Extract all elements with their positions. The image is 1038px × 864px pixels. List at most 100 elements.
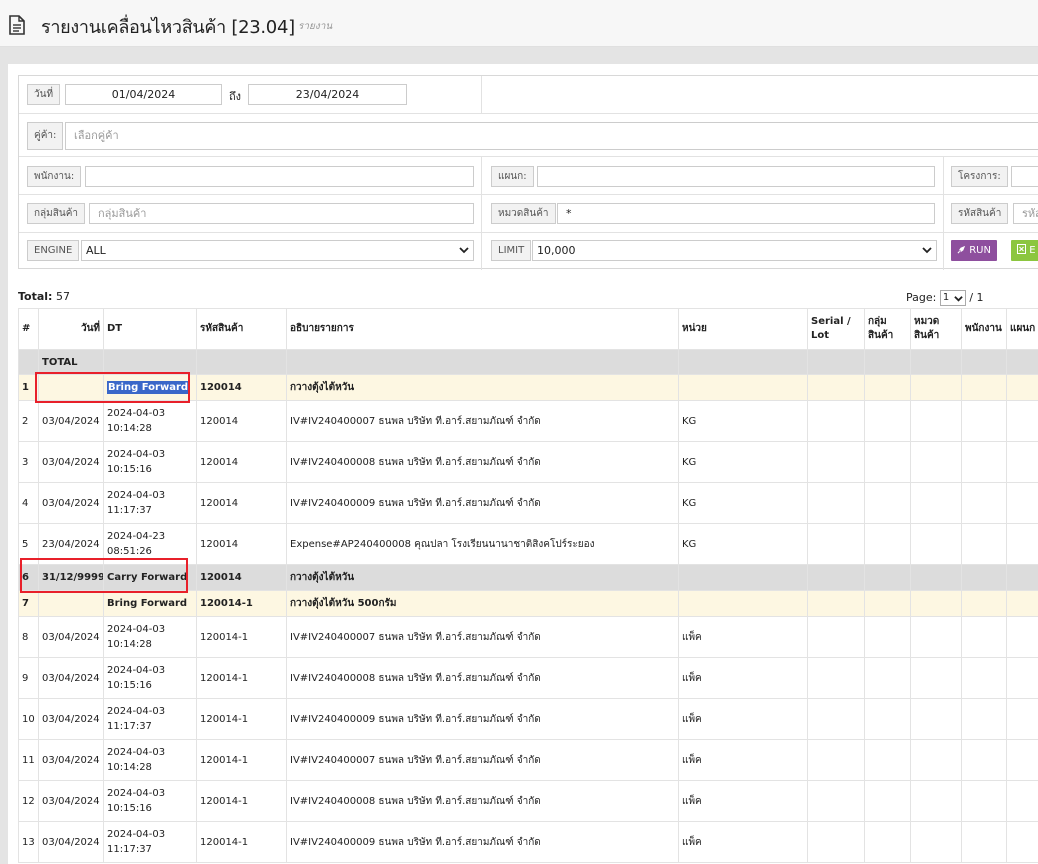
dt-time: 10:15:16 bbox=[107, 801, 193, 816]
limit-label: LIMIT bbox=[491, 240, 531, 261]
filter-row-employee: พนักงาน: แผนก: โครงการ: bbox=[19, 157, 1038, 195]
department-cell bbox=[1007, 375, 1038, 401]
dt-time: 10:14:28 bbox=[107, 421, 193, 436]
category-cell bbox=[911, 524, 962, 565]
category-cell bbox=[911, 483, 962, 524]
date-cell: 03/04/2024 bbox=[39, 617, 104, 658]
row-no-cell: 12 bbox=[19, 781, 39, 822]
employee-cell bbox=[962, 591, 1007, 617]
col-unit[interactable]: หน่วย bbox=[679, 309, 808, 350]
product-group-input[interactable]: กลุ่มสินค้า bbox=[89, 203, 474, 224]
project-input[interactable] bbox=[1011, 166, 1038, 187]
code-cell: 120014 bbox=[197, 442, 287, 483]
description-cell: IV#IV240400008 ธนพล บริษัท ที.อาร์.สยามภ… bbox=[287, 781, 679, 822]
export-button[interactable]: E bbox=[1011, 240, 1038, 261]
engine-label: ENGINE bbox=[27, 240, 79, 261]
group-cell bbox=[865, 699, 911, 740]
unit-cell: แพ็ค bbox=[679, 699, 808, 740]
employee-input[interactable] bbox=[85, 166, 474, 187]
dt-cell: 2024-04-0310:14:28 bbox=[104, 401, 197, 442]
col-department[interactable]: แผนก bbox=[1007, 309, 1038, 350]
serial-cell bbox=[808, 658, 865, 699]
customer-select[interactable]: เลือกคู่ค้า bbox=[65, 122, 1038, 150]
table-row[interactable]: 203/04/20242024-04-0310:14:28120014IV#IV… bbox=[19, 401, 1038, 442]
unit-cell bbox=[679, 591, 808, 617]
group-cell bbox=[865, 524, 911, 565]
col-date[interactable]: วันที่ bbox=[39, 309, 104, 350]
department-cell bbox=[1007, 483, 1038, 524]
description-cell: IV#IV240400009 ธนพล บริษัท ที.อาร์.สยามภ… bbox=[287, 483, 679, 524]
group-cell bbox=[865, 740, 911, 781]
date-to-input[interactable]: 23/04/2024 bbox=[248, 84, 407, 105]
chevron-down-icon bbox=[922, 245, 932, 255]
row-no-cell: 13 bbox=[19, 822, 39, 863]
col-serial[interactable]: Serial / Lot bbox=[808, 309, 865, 350]
col-desc[interactable]: อธิบายรายการ bbox=[287, 309, 679, 350]
date-from-input[interactable]: 01/04/2024 bbox=[65, 84, 222, 105]
to-label: ถึง bbox=[229, 87, 241, 105]
category-cell bbox=[911, 617, 962, 658]
department-input[interactable] bbox=[537, 166, 935, 187]
employee-cell bbox=[962, 822, 1007, 863]
code-cell: 120014 bbox=[197, 401, 287, 442]
group-cell bbox=[865, 591, 911, 617]
dt-cell: 2024-04-0310:15:16 bbox=[104, 781, 197, 822]
col-dt[interactable]: DT bbox=[104, 309, 197, 350]
date-cell: 03/04/2024 bbox=[39, 442, 104, 483]
date-cell: 03/04/2024 bbox=[39, 401, 104, 442]
dt-time: 11:17:37 bbox=[107, 503, 193, 518]
col-no[interactable]: # bbox=[19, 309, 39, 350]
department-cell bbox=[1007, 822, 1038, 863]
serial-cell bbox=[808, 781, 865, 822]
col-group[interactable]: กลุ่ม สินค้า bbox=[865, 309, 911, 350]
unit-cell: KG bbox=[679, 524, 808, 565]
dt-cell: Bring Forward bbox=[104, 591, 197, 617]
table-row[interactable]: 303/04/20242024-04-0310:15:16120014IV#IV… bbox=[19, 442, 1038, 483]
category-cell bbox=[911, 401, 962, 442]
category-cell bbox=[911, 822, 962, 863]
table-row[interactable]: 1303/04/20242024-04-0311:17:37120014-1IV… bbox=[19, 822, 1038, 863]
run-button[interactable]: RUN bbox=[951, 240, 997, 261]
serial-cell bbox=[808, 483, 865, 524]
serial-cell bbox=[808, 442, 865, 483]
group-cell bbox=[865, 565, 911, 591]
table-row[interactable]: 1203/04/20242024-04-0310:15:16120014-1IV… bbox=[19, 781, 1038, 822]
table-row[interactable]: 1103/04/20242024-04-0310:14:28120014-1IV… bbox=[19, 740, 1038, 781]
bring-forward-row[interactable]: 7Bring Forward120014-1กวางตุ้งไต้หวัน 50… bbox=[19, 591, 1038, 617]
limit-select[interactable]: 10,000 bbox=[532, 240, 937, 261]
code-cell: 120014-1 bbox=[197, 658, 287, 699]
code-cell: 120014-1 bbox=[197, 617, 287, 658]
engine-value: ALL bbox=[86, 244, 106, 257]
col-category[interactable]: หมวด สินค้า bbox=[911, 309, 962, 350]
group-cell bbox=[865, 375, 911, 401]
document-icon bbox=[8, 15, 26, 35]
dt-time: 10:14:28 bbox=[107, 637, 193, 652]
dt-cell: 2024-04-0310:15:16 bbox=[104, 442, 197, 483]
filter-row-product: กลุ่มสินค้า กลุ่มสินค้า หมวดสินค้า * รหั… bbox=[19, 195, 1038, 233]
product-code-input[interactable]: รหัส bbox=[1013, 203, 1038, 224]
dt-date: 2024-04-03 bbox=[107, 786, 193, 801]
engine-select[interactable]: ALL bbox=[81, 240, 474, 261]
table-row[interactable]: 403/04/20242024-04-0311:17:37120014IV#IV… bbox=[19, 483, 1038, 524]
serial-cell bbox=[808, 617, 865, 658]
unit-cell bbox=[679, 565, 808, 591]
page-select[interactable]: 1 bbox=[940, 290, 966, 306]
product-category-input[interactable]: * bbox=[557, 203, 935, 224]
category-cell bbox=[911, 740, 962, 781]
row-no-cell: 10 bbox=[19, 699, 39, 740]
group-cell bbox=[865, 658, 911, 699]
table-row[interactable]: 903/04/20242024-04-0310:15:16120014-1IV#… bbox=[19, 658, 1038, 699]
product-category-label: หมวดสินค้า bbox=[491, 203, 556, 224]
dt-cell: 2024-04-0311:17:37 bbox=[104, 699, 197, 740]
serial-cell bbox=[808, 740, 865, 781]
col-employee[interactable]: พนักงาน bbox=[962, 309, 1007, 350]
dt-cell: 2024-04-0310:15:16 bbox=[104, 658, 197, 699]
date-cell: 03/04/2024 bbox=[39, 822, 104, 863]
group-cell bbox=[865, 442, 911, 483]
table-row[interactable]: 1003/04/20242024-04-0311:17:37120014-1IV… bbox=[19, 699, 1038, 740]
dt-cell: 2024-04-0310:14:28 bbox=[104, 740, 197, 781]
category-cell bbox=[911, 591, 962, 617]
table-row[interactable]: 803/04/20242024-04-0310:14:28120014-1IV#… bbox=[19, 617, 1038, 658]
serial-cell bbox=[808, 822, 865, 863]
col-code[interactable]: รหัสสินค้า bbox=[197, 309, 287, 350]
